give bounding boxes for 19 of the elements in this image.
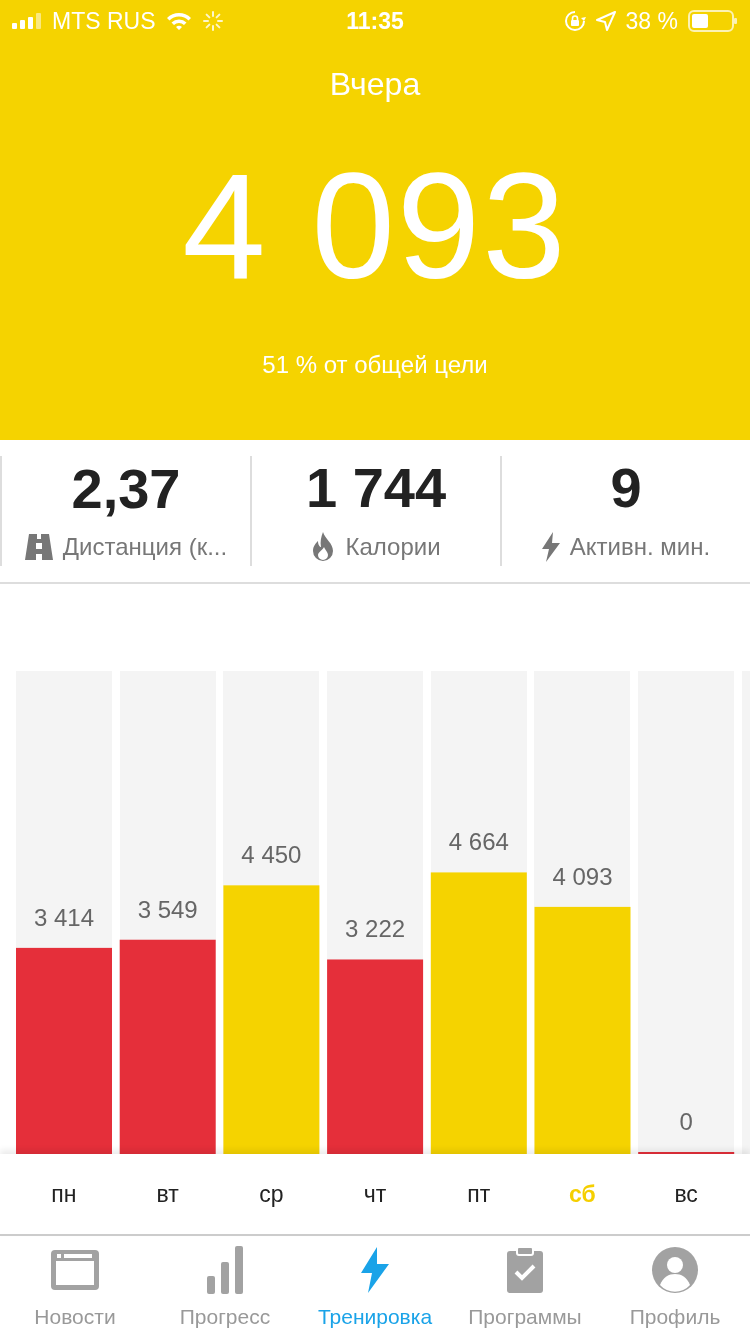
battery-percent: 38 % — [625, 7, 678, 35]
stat-value: 9 — [610, 460, 642, 516]
bar-value: 4 664 — [448, 828, 509, 856]
stat-label: Активн. мин. — [569, 533, 711, 561]
stat-label: Калории — [345, 533, 441, 561]
bar-value: 4 093 — [552, 862, 613, 890]
stat-label: Дистанция (к... — [62, 533, 228, 561]
bar-value: 0 — [679, 1108, 693, 1135]
bar-value: 3 549 — [137, 895, 198, 923]
stat-value: 1 744 — [305, 460, 447, 516]
day-title: Вчера — [329, 66, 421, 102]
status-time: 11:35 — [346, 8, 404, 35]
stat-value: 2,37 — [71, 461, 181, 517]
goal-percent: 51 % от общей цели — [262, 351, 488, 378]
carrier-name: MTS RUS — [52, 7, 156, 35]
step-count: 4 093 — [182, 142, 568, 310]
bar-value: 4 450 — [241, 841, 302, 869]
bar-value: 3 222 — [345, 915, 406, 943]
bar-value: 3 414 — [33, 903, 95, 931]
